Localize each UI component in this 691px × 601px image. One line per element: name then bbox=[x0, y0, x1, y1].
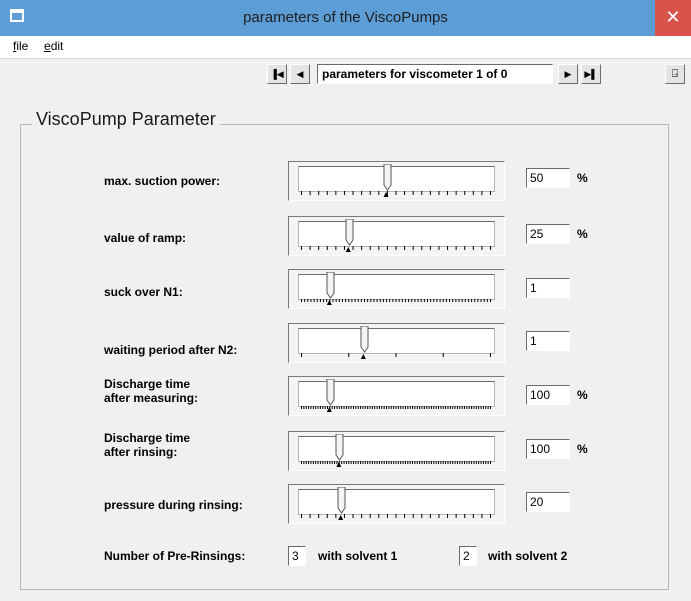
value-value-of-ramp[interactable]: 25 bbox=[526, 224, 570, 244]
next-record-icon: ▶ bbox=[564, 69, 572, 79]
title-bar: parameters of the ViscoPumps ✕ bbox=[0, 0, 691, 36]
exit-door-icon: ⍈ bbox=[671, 68, 679, 80]
first-record-button[interactable]: ▐◀ bbox=[267, 64, 287, 84]
slider-waiting-period-after-n2[interactable] bbox=[288, 323, 505, 363]
slider-max-suction-power[interactable] bbox=[288, 161, 505, 201]
slider-position-marker bbox=[360, 354, 366, 359]
label-with-solvent-1: with solvent 1 bbox=[318, 549, 398, 563]
value-pressure-during-rinsing[interactable]: 20 bbox=[526, 492, 570, 512]
previous-record-icon: ◀ bbox=[296, 69, 304, 79]
slider-ticks bbox=[301, 246, 491, 252]
unit-discharge-after-rinsing: % bbox=[577, 442, 588, 456]
slider-ticks bbox=[301, 461, 491, 467]
slider-discharge-after-measuring[interactable] bbox=[288, 376, 505, 416]
last-record-button[interactable]: ▶▌ bbox=[581, 64, 601, 84]
label-value-of-ramp: value of ramp: bbox=[104, 231, 187, 245]
slider-position-marker bbox=[326, 300, 332, 305]
slider-suck-over-n1[interactable] bbox=[288, 269, 505, 309]
slider-thumb[interactable] bbox=[326, 379, 335, 406]
slider-thumb[interactable] bbox=[326, 272, 335, 299]
menu-bar: file edit bbox=[0, 36, 691, 59]
pre-rinsings-solvent2-field[interactable]: 2 bbox=[459, 546, 477, 566]
label-suck-over-n1: suck over N1: bbox=[104, 285, 183, 299]
window-title: parameters of the ViscoPumps bbox=[243, 9, 448, 26]
value-suck-over-n1[interactable]: 1 bbox=[526, 278, 570, 298]
slider-ticks bbox=[301, 353, 491, 359]
record-indicator: parameters for viscometer 1 of 0 bbox=[317, 64, 553, 84]
label-pre-rinsings: Number of Pre-Rinsings: bbox=[104, 549, 246, 563]
slider-value-of-ramp[interactable] bbox=[288, 216, 505, 256]
slider-thumb[interactable] bbox=[337, 487, 346, 514]
slider-thumb[interactable] bbox=[383, 164, 392, 191]
label-pressure-during-rinsing: pressure during rinsing: bbox=[104, 498, 243, 512]
label-max-suction-power: max. suction power: bbox=[104, 174, 221, 188]
slider-ticks bbox=[301, 514, 491, 520]
value-discharge-after-measuring[interactable]: 100 bbox=[526, 385, 570, 405]
slider-pressure-during-rinsing[interactable] bbox=[288, 484, 505, 524]
slider-ticks bbox=[301, 299, 491, 305]
value-waiting-period-after-n2[interactable]: 1 bbox=[526, 331, 570, 351]
slider-position-marker bbox=[345, 247, 351, 252]
first-record-icon: ▐◀ bbox=[270, 69, 284, 79]
slider-ticks bbox=[301, 406, 491, 412]
menu-file[interactable]: file bbox=[13, 39, 28, 53]
unit-value-of-ramp: % bbox=[577, 227, 588, 241]
close-button[interactable]: ✕ bbox=[655, 0, 691, 36]
unit-max-suction-power: % bbox=[577, 171, 588, 185]
slider-thumb[interactable] bbox=[345, 219, 354, 246]
label-waiting-period-after-n2: waiting period after N2: bbox=[104, 343, 238, 357]
next-record-button[interactable]: ▶ bbox=[558, 64, 578, 84]
close-icon: ✕ bbox=[665, 7, 681, 27]
previous-record-button[interactable]: ◀ bbox=[290, 64, 310, 84]
group-title: ViscoPump Parameter bbox=[32, 109, 220, 130]
pre-rinsings-solvent1-field[interactable]: 3 bbox=[288, 546, 306, 566]
last-record-icon: ▶▌ bbox=[584, 69, 598, 79]
unit-discharge-after-measuring: % bbox=[577, 388, 588, 402]
slider-ticks bbox=[301, 191, 491, 197]
slider-position-marker bbox=[338, 515, 344, 520]
value-discharge-after-rinsing[interactable]: 100 bbox=[526, 439, 570, 459]
value-max-suction-power[interactable]: 50 bbox=[526, 168, 570, 188]
label-discharge-after-rinsing: Discharge time after rinsing: bbox=[104, 431, 191, 459]
menu-edit[interactable]: edit bbox=[44, 39, 63, 53]
slider-thumb[interactable] bbox=[360, 326, 369, 353]
slider-thumb[interactable] bbox=[335, 434, 344, 461]
slider-discharge-after-rinsing[interactable] bbox=[288, 431, 505, 471]
exit-button[interactable]: ⍈ bbox=[665, 64, 685, 84]
label-discharge-after-measuring: Discharge time after measuring: bbox=[104, 377, 199, 405]
label-with-solvent-2: with solvent 2 bbox=[488, 549, 568, 563]
